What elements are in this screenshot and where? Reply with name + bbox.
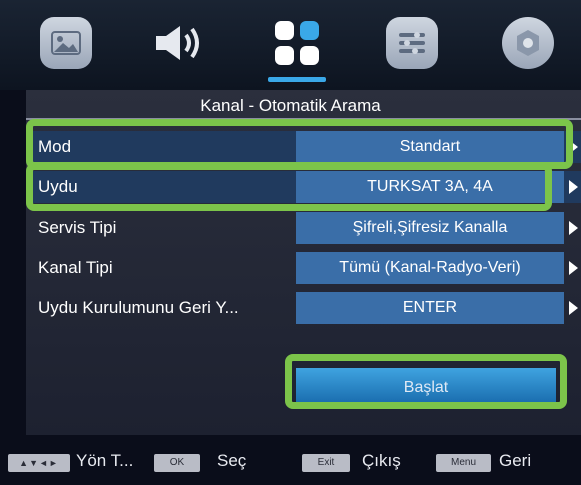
nav-key-icon: ▲▼◄► [8, 454, 70, 472]
row-value[interactable]: ENTER [296, 292, 564, 324]
row-label: Servis Tipi [38, 218, 117, 237]
panel-title: Kanal - Otomatik Arama [200, 96, 381, 115]
picture-icon [51, 31, 81, 55]
row-label: Uydu Kurulumunu Geri Y... [38, 298, 239, 317]
sound-icon [156, 26, 199, 60]
ok-key-icon: OK [154, 454, 200, 472]
highlight-box [285, 354, 567, 409]
menu-key-icon: Menu [436, 454, 491, 472]
options-tab[interactable] [502, 17, 554, 69]
row-servis-tipi[interactable]: Servis Tipi Şifreli,Şifresiz Kanalla [26, 212, 581, 244]
picture-tab[interactable] [40, 17, 92, 69]
ok-hint: Seç [217, 451, 247, 470]
exit-key-icon: Exit [302, 454, 350, 472]
row-label: Kanal Tipi [38, 258, 113, 277]
menu-hint: Geri [499, 451, 532, 470]
channel-icon [275, 21, 319, 65]
sound-tab[interactable] [152, 17, 204, 69]
right-arrow-icon[interactable] [569, 261, 578, 275]
right-arrow-icon[interactable] [569, 221, 578, 235]
highlight-box [26, 163, 552, 211]
active-tab-indicator [268, 77, 326, 82]
exit-hint: Çıkış [362, 451, 401, 470]
row-value[interactable]: Şifreli,Şifresiz Kanalla [296, 212, 564, 244]
right-arrow-icon[interactable] [569, 180, 578, 194]
settings-icon [399, 32, 425, 54]
row-kanal-tipi[interactable]: Kanal Tipi Tümü (Kanal-Radyo-Veri) [26, 252, 581, 284]
highlight-box [26, 119, 573, 169]
right-arrow-icon[interactable] [569, 301, 578, 315]
channel-tab[interactable] [271, 17, 323, 69]
settings-tab[interactable] [386, 17, 438, 69]
options-icon [517, 30, 539, 56]
nav-hint: Yön T... [76, 451, 134, 470]
row-uydu-kurulumu[interactable]: Uydu Kurulumunu Geri Y... ENTER [26, 292, 581, 324]
row-value[interactable]: Tümü (Kanal-Radyo-Veri) [296, 252, 564, 284]
